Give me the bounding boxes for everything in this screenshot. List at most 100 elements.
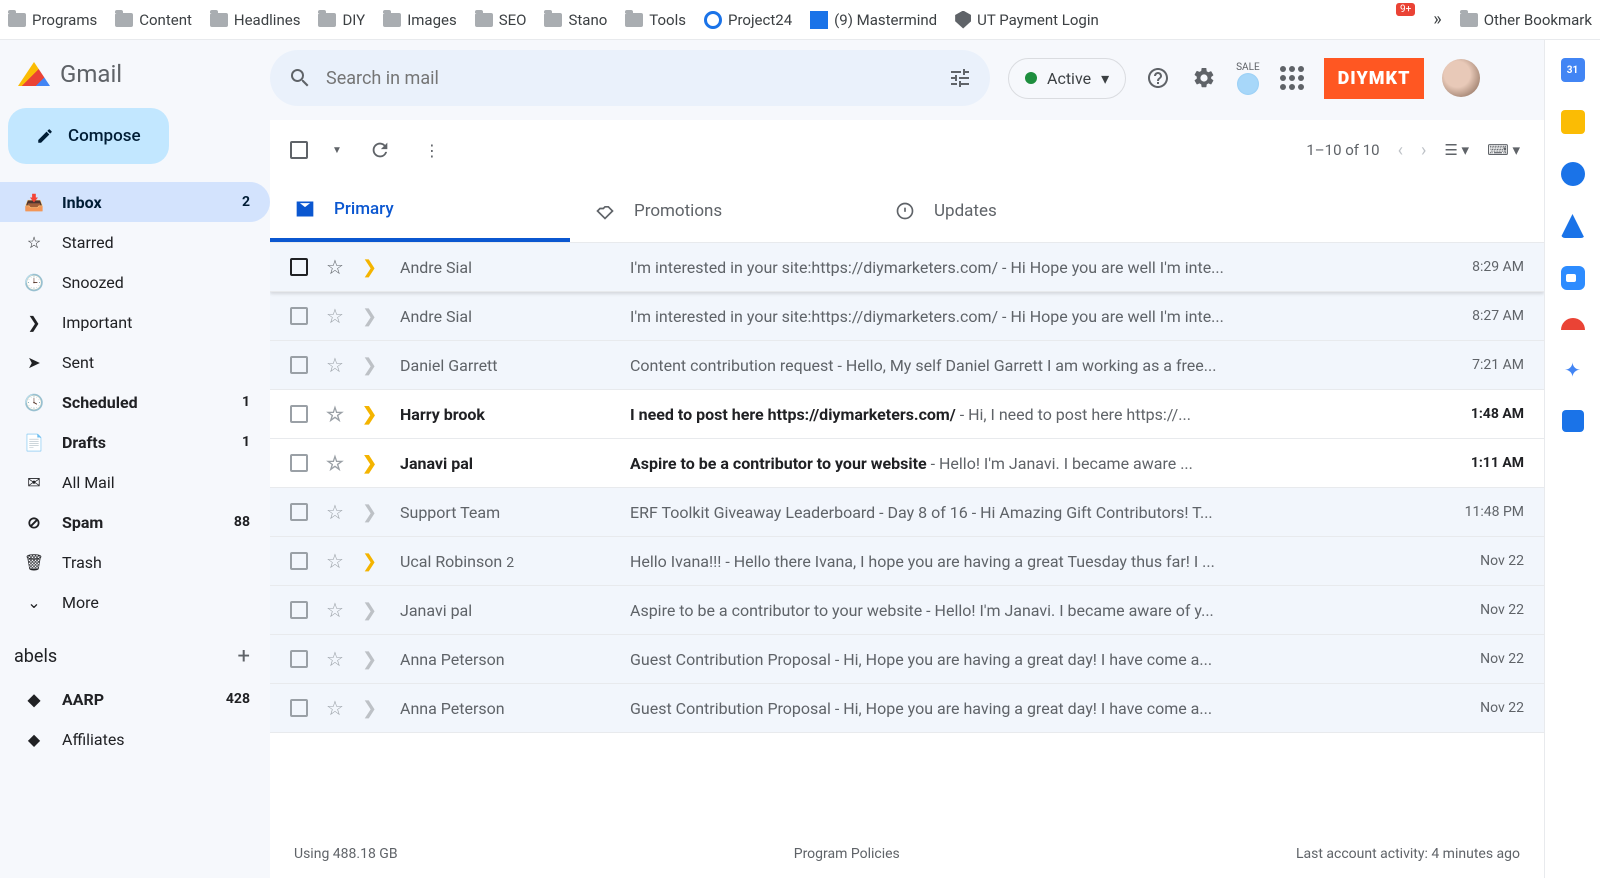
nav-spam[interactable]: ⊘Spam88 (0, 502, 270, 542)
bookmark-item[interactable]: Headlines (210, 11, 301, 29)
email-checkbox[interactable] (290, 356, 308, 374)
importance-icon[interactable]: ❯ (362, 257, 384, 278)
account-avatar[interactable] (1442, 59, 1480, 97)
email-checkbox[interactable] (290, 454, 308, 472)
tab-updates[interactable]: Updates (870, 180, 1170, 242)
nav-icon: 🕒 (24, 272, 44, 292)
nav-all-mail[interactable]: ✉All Mail (0, 462, 270, 502)
star-icon[interactable]: ☆ (326, 304, 348, 328)
importance-icon[interactable]: ❯ (362, 355, 384, 376)
apps-button[interactable] (1278, 64, 1306, 92)
star-icon[interactable]: ☆ (326, 255, 348, 279)
tune-icon[interactable] (948, 66, 972, 90)
calendar-app-icon[interactable] (1561, 58, 1585, 82)
policies-link[interactable]: Program Policies (794, 846, 900, 862)
zoom-app-icon[interactable] (1561, 266, 1585, 290)
density-toggle[interactable]: ☰ ▾ (1444, 141, 1469, 159)
tasks-app-icon[interactable] (1561, 162, 1585, 186)
bookmark-item[interactable]: Stano (544, 11, 607, 29)
next-page-button[interactable]: › (1421, 140, 1426, 161)
diymkt-badge[interactable]: DIYMKT (1324, 58, 1425, 99)
nav-snoozed[interactable]: 🕒Snoozed (0, 262, 270, 302)
email-row[interactable]: ☆❯Ucal Robinson2Hello Ivana!!! - Hello t… (270, 537, 1544, 586)
compose-button[interactable]: Compose (8, 108, 169, 164)
nav-drafts[interactable]: 📄Drafts1 (0, 422, 270, 462)
help-button[interactable] (1144, 64, 1172, 92)
email-row[interactable]: ☆❯Support TeamERF Toolkit Giveaway Leade… (270, 488, 1544, 537)
bookmark-item[interactable]: Images (383, 11, 457, 29)
email-row[interactable]: ☆❯Anna PetersonGuest Contribution Propos… (270, 684, 1544, 733)
email-row[interactable]: ☆❯Harry brookI need to post here https:/… (270, 390, 1544, 439)
add-label-button[interactable]: + (238, 644, 250, 669)
bookmark-item[interactable]: Project24 (704, 11, 792, 29)
star-icon[interactable]: ☆ (326, 598, 348, 622)
importance-icon[interactable]: ❯ (362, 698, 384, 719)
email-checkbox[interactable] (290, 650, 308, 668)
search-input[interactable] (326, 68, 934, 89)
label-aarp[interactable]: ◆AARP428 (0, 679, 270, 719)
bookmark-item[interactable]: (9) Mastermind (810, 11, 937, 29)
gmail-brand[interactable]: Gmail (0, 50, 270, 108)
more-button[interactable]: ⋮ (418, 136, 446, 164)
refresh-button[interactable] (366, 136, 394, 164)
input-tools[interactable]: ⌨ ▾ (1487, 141, 1520, 159)
select-all-checkbox[interactable] (290, 141, 308, 159)
email-checkbox[interactable] (290, 405, 308, 423)
nav-important[interactable]: ❯Important (0, 302, 270, 342)
tab-primary[interactable]: Primary (270, 180, 570, 242)
email-checkbox[interactable] (290, 258, 308, 276)
star-icon[interactable]: ☆ (326, 500, 348, 524)
star-icon[interactable]: ☆ (326, 451, 348, 475)
importance-icon[interactable]: ❯ (362, 649, 384, 670)
select-dropdown[interactable]: ▼ (332, 145, 342, 156)
search-bar[interactable] (270, 50, 990, 106)
nav-inbox[interactable]: 📥Inbox2 (0, 182, 270, 222)
email-row[interactable]: ☆❯Andre SialI'm interested in your site:… (270, 292, 1544, 341)
bookmark-item[interactable]: Tools (625, 11, 686, 29)
importance-icon[interactable]: ❯ (362, 453, 384, 474)
importance-icon[interactable]: ❯ (362, 600, 384, 621)
email-row[interactable]: ☆❯Janavi palAspire to be a contributor t… (270, 439, 1544, 488)
keep-app-icon[interactable] (1561, 110, 1585, 134)
activity-app-icon[interactable] (1561, 318, 1585, 330)
contacts-app-icon[interactable] (1561, 214, 1585, 238)
prev-page-button[interactable]: ‹ (1398, 140, 1403, 161)
nav-sent[interactable]: ➤Sent (0, 342, 270, 382)
email-row[interactable]: ☆❯Andre SialI'm interested in your site:… (270, 243, 1544, 292)
email-checkbox[interactable] (290, 601, 308, 619)
bookmark-item[interactable]: UT Payment Login (955, 11, 1099, 29)
star-icon[interactable]: ☆ (326, 549, 348, 573)
bookmarks-overflow[interactable]: » (1433, 9, 1441, 30)
importance-icon[interactable]: ❯ (362, 306, 384, 327)
label-affiliates[interactable]: ◆Affiliates (0, 719, 270, 759)
tab-promotions[interactable]: Promotions (570, 180, 870, 242)
addons-icon[interactable]: ✦ (1564, 358, 1581, 382)
bookmark-item[interactable]: Programs (8, 11, 97, 29)
settings-button[interactable] (1190, 64, 1218, 92)
other-bookmarks[interactable]: Other Bookmark (1460, 11, 1592, 29)
bookmark-item[interactable]: SEO (475, 11, 527, 29)
importance-icon[interactable]: ❯ (362, 551, 384, 572)
email-row[interactable]: ☆❯Daniel GarrettContent contribution req… (270, 341, 1544, 390)
bookmark-item[interactable]: Content (115, 11, 192, 29)
star-icon[interactable]: ☆ (326, 647, 348, 671)
email-checkbox[interactable] (290, 699, 308, 717)
bookmark-item[interactable]: DIY (318, 11, 365, 29)
star-icon[interactable]: ☆ (326, 402, 348, 426)
status-selector[interactable]: Active ▾ (1008, 58, 1126, 99)
star-icon[interactable]: ☆ (326, 696, 348, 720)
email-checkbox[interactable] (290, 503, 308, 521)
star-icon[interactable]: ☆ (326, 353, 348, 377)
email-row[interactable]: ☆❯Anna PetersonGuest Contribution Propos… (270, 635, 1544, 684)
nav-starred[interactable]: ☆Starred (0, 222, 270, 262)
sale-badge[interactable]: SALE (1236, 62, 1260, 95)
email-checkbox[interactable] (290, 307, 308, 325)
assistant-app-icon[interactable] (1562, 410, 1584, 432)
email-checkbox[interactable] (290, 552, 308, 570)
email-row[interactable]: ☆❯Janavi palAspire to be a contributor t… (270, 586, 1544, 635)
nav-more[interactable]: ⌄More (0, 582, 270, 622)
nav-trash[interactable]: 🗑Trash (0, 542, 270, 582)
nav-scheduled[interactable]: 🕓Scheduled1 (0, 382, 270, 422)
importance-icon[interactable]: ❯ (362, 502, 384, 523)
importance-icon[interactable]: ❯ (362, 404, 384, 425)
